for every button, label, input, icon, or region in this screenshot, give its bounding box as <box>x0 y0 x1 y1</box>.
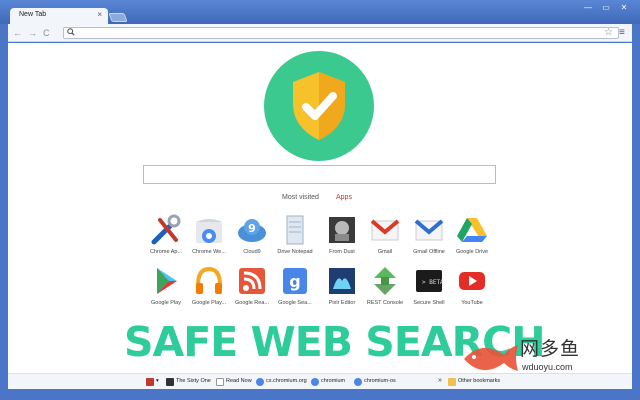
page-icon <box>216 377 224 386</box>
bookmark-read-now[interactable]: Read Now <box>216 377 252 386</box>
app-cloud9[interactable]: 9 Cloud9 <box>231 214 273 262</box>
sixty-one-icon <box>166 377 174 386</box>
maximize-icon[interactable]: ▭ <box>600 3 612 13</box>
app-chrome-app-launcher[interactable]: Chrome Ap... <box>145 214 187 262</box>
window-bottom-border <box>0 390 640 400</box>
tab-close-icon[interactable]: × <box>97 10 102 20</box>
app-gmail-offline[interactable]: Gmail Offline <box>408 214 450 262</box>
folder-icon <box>448 377 456 386</box>
app-drive-notepad[interactable]: Drive Notepad <box>274 214 316 262</box>
toolbar: ← → C ☆ ≡ <box>8 24 632 42</box>
app-youtube[interactable]: YouTube <box>451 265 493 313</box>
app-label: YouTube <box>461 300 483 306</box>
from-dust-icon <box>329 217 355 243</box>
svg-text:9: 9 <box>248 222 256 235</box>
app-google-reader[interactable]: Google Rea... <box>231 265 273 313</box>
notepad-icon <box>286 215 304 245</box>
search-box[interactable] <box>143 165 496 185</box>
app-label: Google Play... <box>191 300 227 306</box>
rest-console-icon <box>374 267 396 295</box>
bookmark-label: cs.chromium.org <box>266 378 307 384</box>
app-google-drive[interactable]: Google Drive <box>451 214 493 262</box>
app-label: Google Rea... <box>235 300 269 306</box>
app-label: Secure Shell <box>413 300 445 306</box>
gmail-icon <box>370 219 400 241</box>
chromium-icon <box>354 377 362 386</box>
google-drive-icon <box>457 218 487 242</box>
bookmark-cs-chromium[interactable]: cs.chromium.org <box>256 377 307 386</box>
search-icon <box>67 28 75 39</box>
tab-most-visited[interactable]: Most visited <box>282 193 319 202</box>
app-label: Gmail Offline <box>413 249 445 255</box>
watermark-url: wduoyu.com <box>522 362 573 372</box>
omnibox[interactable] <box>63 27 619 39</box>
gmail-offline-icon <box>414 219 444 241</box>
app-secure-shell[interactable]: > BETA Secure Shell <box>408 265 450 313</box>
secure-shell-icon: > BETA <box>416 270 444 292</box>
app-label: Google Sea... <box>278 300 312 306</box>
app-label: Chrome Ap... <box>149 249 183 255</box>
chrome-app-launcher-icon <box>151 214 181 245</box>
youtube-icon <box>459 272 485 290</box>
bookmark-label: chromium <box>321 378 346 384</box>
bookmark-label: The Sixty One <box>176 378 211 384</box>
app-chrome-web-store[interactable]: Chrome We... <box>188 214 230 262</box>
app-label: Google Drive <box>455 249 489 255</box>
google-search-icon: g <box>283 268 307 294</box>
google-play-icon <box>157 268 177 294</box>
shield-check-logo <box>264 51 374 161</box>
watermark-text: 网多鱼 <box>520 339 581 360</box>
bookmark-the-sixty-one[interactable]: The Sixty One <box>166 377 211 386</box>
app-label: From Dust <box>329 249 355 255</box>
app-label: Google Play <box>151 300 181 306</box>
bookmark-app-icon <box>146 377 154 386</box>
app-gmail[interactable]: Gmail <box>364 214 406 262</box>
app-google-search[interactable]: g Google Sea... <box>274 265 316 313</box>
svg-text:> BETA: > BETA <box>422 279 444 286</box>
app-pixlr-editor[interactable]: Pixlr Editor <box>321 265 363 313</box>
menu-icon[interactable]: ≡ <box>619 27 625 39</box>
window-controls: — ▭ ✕ <box>582 3 630 13</box>
chromium-icon <box>256 377 264 386</box>
bookmark-app[interactable]: ▾ <box>146 377 159 386</box>
reload-icon[interactable]: C <box>43 27 50 39</box>
omnibox-input[interactable] <box>78 29 598 38</box>
app-label: Cloud9 <box>243 249 261 255</box>
bookmark-chromium[interactable]: chromium <box>311 377 345 386</box>
bookmarks-overflow-icon[interactable]: » <box>438 376 442 386</box>
app-rest-console[interactable]: REST Console <box>364 265 406 313</box>
tab-apps[interactable]: Apps <box>336 193 352 202</box>
forward-icon[interactable]: → <box>28 27 37 39</box>
chrome-web-store-icon <box>196 219 222 243</box>
svg-text:g: g <box>289 272 300 291</box>
search-input[interactable] <box>144 168 495 185</box>
tab-title: New Tab <box>19 11 47 18</box>
cloud9-icon: 9 <box>238 219 266 242</box>
new-tab-button[interactable] <box>108 13 128 22</box>
app-label: Gmail <box>377 249 393 255</box>
bookmark-label: Read Now <box>226 378 252 384</box>
app-label: Pixlr Editor <box>328 300 356 306</box>
app-google-play-music[interactable]: Google Play... <box>188 265 230 313</box>
chromium-icon <box>311 377 319 386</box>
bookmark-label: chromium-os <box>364 378 396 384</box>
minimize-icon[interactable]: — <box>582 3 594 13</box>
bookmark-chromium-os[interactable]: chromium-os <box>354 377 396 386</box>
bookmark-star-icon[interactable]: ☆ <box>604 27 613 39</box>
tab-new-tab[interactable]: New Tab × <box>10 8 108 24</box>
app-google-play[interactable]: Google Play <box>145 265 187 313</box>
google-play-music-icon <box>196 266 222 294</box>
bookmark-dropdown-icon: ▾ <box>156 378 159 384</box>
close-window-icon[interactable]: ✕ <box>618 3 630 13</box>
app-label: Chrome We... <box>192 249 226 255</box>
pixlr-icon <box>329 268 355 294</box>
app-from-dust[interactable]: From Dust <box>321 214 363 262</box>
app-label: Drive Notepad <box>277 249 313 255</box>
app-label: REST Console <box>366 300 404 306</box>
google-reader-icon <box>239 268 265 294</box>
back-icon[interactable]: ← <box>13 27 22 39</box>
title-bar: New Tab × — ▭ ✕ <box>0 0 640 24</box>
